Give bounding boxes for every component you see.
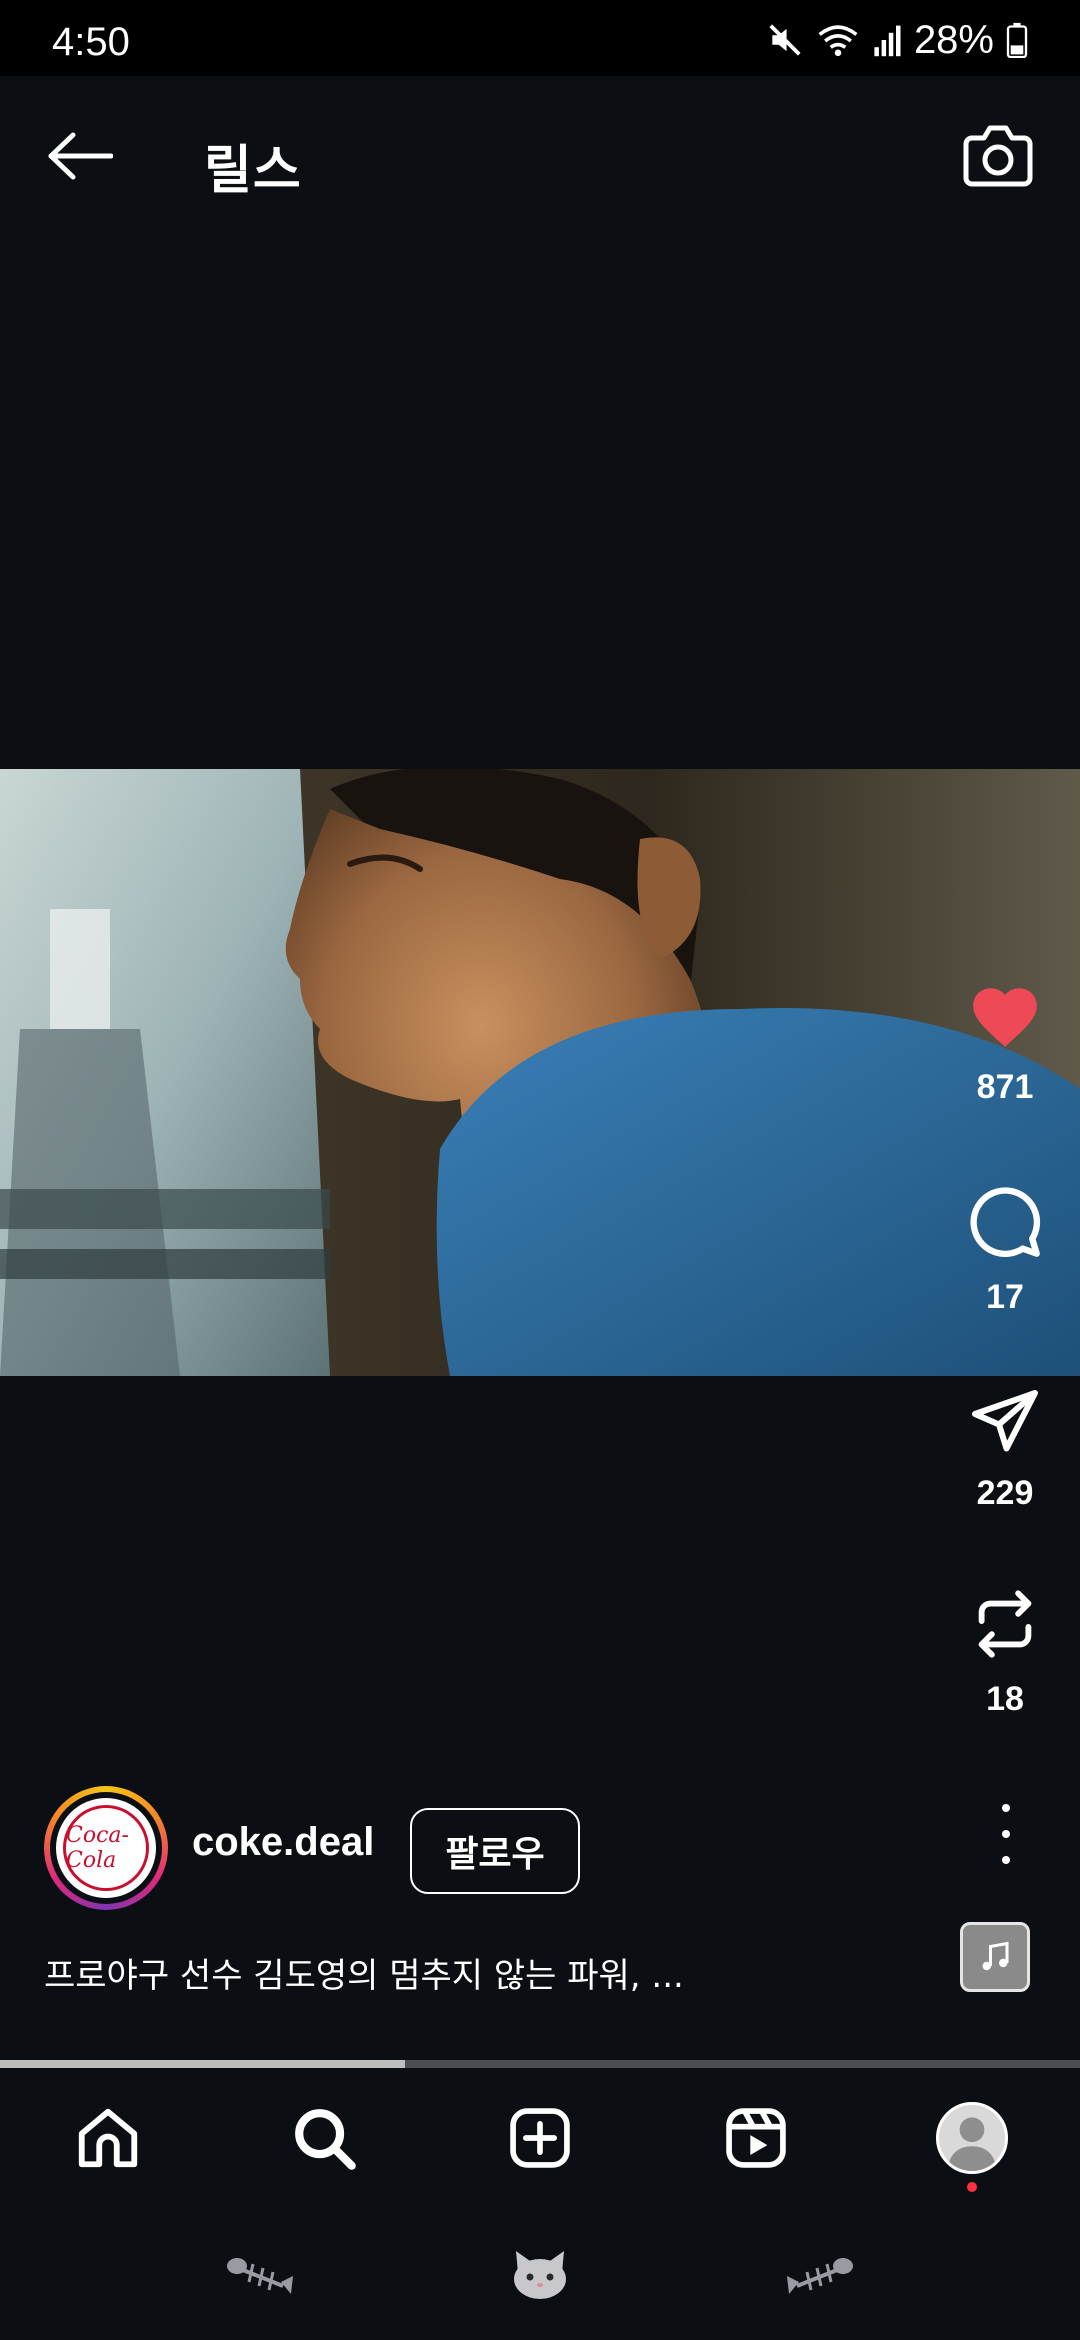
- nav-create[interactable]: [432, 2068, 648, 2208]
- like-button[interactable]: 871: [930, 980, 1080, 1107]
- heart-icon: [973, 988, 1037, 1047]
- more-options-button[interactable]: [980, 1804, 1032, 1864]
- back-arrow-icon: [48, 132, 113, 180]
- comment-count: 17: [986, 1278, 1024, 1316]
- remix-button[interactable]: 18: [930, 1586, 1080, 1719]
- back-button[interactable]: [40, 126, 120, 186]
- status-icons: 28%: [766, 18, 1028, 62]
- camera-icon: [963, 125, 1033, 187]
- caption[interactable]: 프로야구 선수 김도영의 멈추지 않는 파워, ...: [44, 1948, 944, 1997]
- audio-button[interactable]: [960, 1922, 1030, 1992]
- music-note-icon: [982, 1941, 1009, 1971]
- user-icon: [939, 2105, 1005, 2171]
- home-icon: [78, 2108, 138, 2168]
- comment-icon: [970, 1187, 1041, 1258]
- bottom-nav: [0, 2068, 1080, 2208]
- search-icon: [295, 2109, 356, 2170]
- send-icon: [972, 1390, 1038, 1452]
- cat-face-icon: [514, 2251, 566, 2299]
- battery-percent: 28%: [913, 17, 994, 62]
- video-progress-fill: [0, 2060, 405, 2068]
- like-count: 871: [976, 1068, 1034, 1106]
- brand-logo-text: Coca-Cola: [66, 1823, 129, 1873]
- more-dot-icon: [1002, 1830, 1010, 1838]
- mute-icon: [769, 24, 801, 56]
- video-progress[interactable]: [0, 2060, 1080, 2068]
- camera-button[interactable]: [960, 118, 1036, 194]
- nav-home[interactable]: [0, 2068, 216, 2208]
- reels-icon: [726, 2108, 786, 2168]
- system-recents-button[interactable]: [200, 2234, 320, 2314]
- add-post-icon: [510, 2108, 570, 2168]
- fishbone-icon: [227, 2258, 293, 2294]
- profile-avatar: [936, 2102, 1008, 2174]
- repost-icon: [978, 1590, 1032, 1658]
- username[interactable]: coke.deal: [192, 1820, 374, 1865]
- nav-search[interactable]: [216, 2068, 432, 2208]
- video-still: [0, 769, 1080, 1376]
- battery-icon: [1006, 22, 1028, 58]
- wifi-icon: [818, 25, 858, 57]
- remix-count: 18: [986, 1680, 1024, 1718]
- comment-button[interactable]: 17: [930, 1184, 1080, 1317]
- account-avatar[interactable]: Coca-Cola: [44, 1786, 168, 1910]
- status-bar: 4:50 28%: [0, 0, 1080, 76]
- reel-video[interactable]: [0, 769, 1080, 1376]
- share-count: 229: [976, 1474, 1034, 1512]
- header: 릴스: [0, 76, 1080, 246]
- system-home-button[interactable]: [480, 2234, 600, 2314]
- nav-profile[interactable]: [864, 2068, 1080, 2208]
- nav-reels[interactable]: [648, 2068, 864, 2208]
- signal-icon: [874, 25, 901, 57]
- fishbone-icon: [787, 2258, 853, 2294]
- system-nav: [0, 2208, 1080, 2340]
- notification-dot: [967, 2182, 977, 2192]
- share-button[interactable]: 229: [930, 1384, 1080, 1513]
- page-title: 릴스: [204, 141, 302, 201]
- more-dot-icon: [1002, 1804, 1010, 1812]
- system-back-button[interactable]: [760, 2234, 880, 2314]
- follow-button[interactable]: 팔로우: [410, 1808, 580, 1894]
- status-time: 4:50: [52, 20, 130, 64]
- brand-logo: Coca-Cola: [56, 1798, 156, 1898]
- more-dot-icon: [1002, 1856, 1010, 1864]
